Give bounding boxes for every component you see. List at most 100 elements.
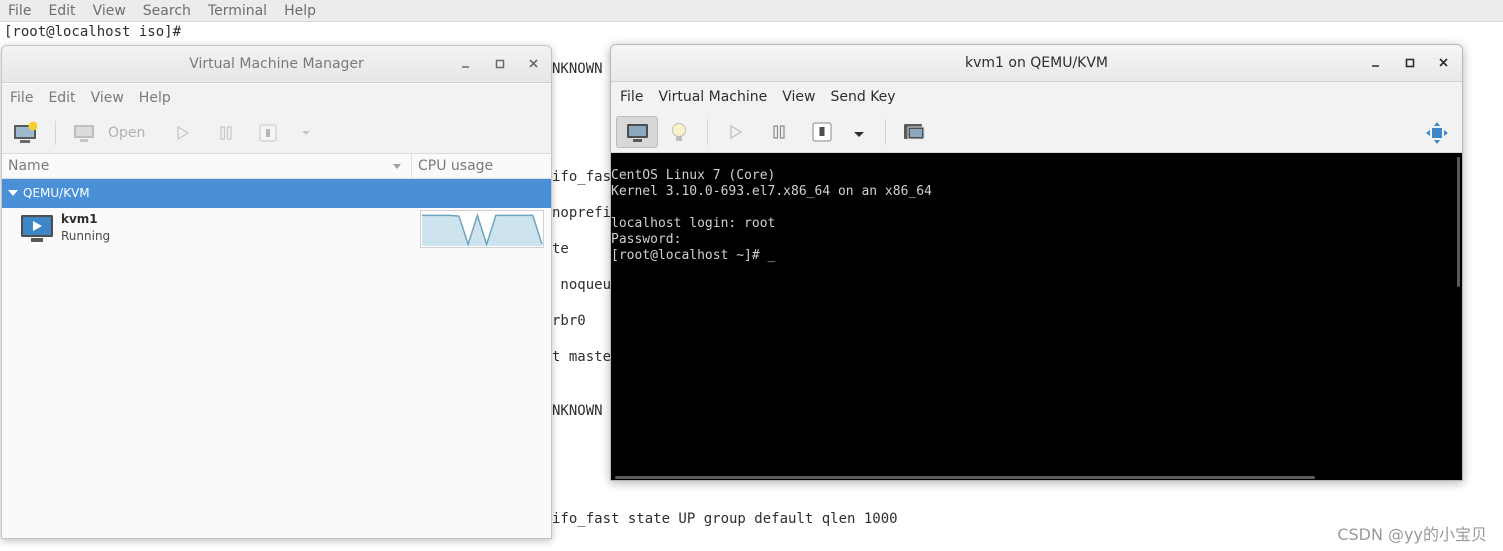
console-line: Password: [611,232,682,247]
minimize-icon [1372,65,1379,67]
vm-list-header: Name CPU usage [2,154,551,179]
vmm-menubar: File Edit View Help [2,84,551,112]
console-line: CentOS Linux 7 (Core) [611,168,776,183]
play-icon [730,124,743,140]
console-line: localhost login: root [611,216,776,231]
power-icon [259,124,277,142]
maximize-icon [495,59,505,69]
kvm-title: kvm1 on QEMU/KVM [964,55,1109,71]
column-cpu-header[interactable]: CPU usage [418,158,493,174]
terminal-line: rbr0 [552,313,586,329]
terminal-menu-view[interactable]: View [93,3,126,19]
kvm-menu-send-key[interactable]: Send Key [830,89,895,105]
console-line: Kernel 3.10.0-693.el7.x86_64 on an x86_6… [611,184,932,199]
chevron-down-icon [854,132,864,137]
column-name-header[interactable]: Name [8,158,49,174]
vmm-toolbar: Open [2,112,551,154]
maximize-button[interactable] [491,55,509,73]
terminal-menu-terminal[interactable]: Terminal [208,3,267,19]
vm-console-display[interactable]: CentOS Linux 7 (Core) Kernel 3.10.0-693.… [611,153,1462,480]
pause-button[interactable] [770,123,788,145]
open-button[interactable]: Open [72,120,145,146]
fullscreen-move-icon [1426,122,1448,144]
virtual-machine-manager-window: Virtual Machine Manager File Edit View H… [1,45,552,539]
kvm-menu-virtual-machine[interactable]: Virtual Machine [658,89,767,105]
lightbulb-icon [672,123,686,141]
terminal-line: ifo_fast state UP group default qlen 100… [552,511,898,527]
vm-running-icon [21,215,53,242]
minimize-button[interactable] [457,55,475,73]
minimize-icon [462,66,469,68]
terminal-menu-edit[interactable]: Edit [48,3,75,19]
console-horizontal-scrollbar[interactable] [615,476,1315,479]
kvm-menu-view[interactable]: View [782,89,815,105]
minimize-button[interactable] [1367,54,1385,72]
terminal-menu-help[interactable]: Help [284,3,316,19]
terminal-menubar: File Edit View Search Terminal Help [0,0,1503,22]
new-vm-button[interactable] [12,120,40,146]
shutdown-button[interactable] [811,121,833,147]
close-button[interactable] [525,55,543,73]
close-icon [529,59,538,68]
run-button[interactable] [174,120,192,146]
terminal-line: te [552,241,569,257]
terminal-line: ifo_fas [552,169,612,185]
toolbar-separator [707,119,708,145]
details-view-button[interactable] [669,121,689,149]
new-vm-icon [14,121,38,143]
terminal-line: noqueu [552,277,612,293]
expander-down-icon[interactable] [7,189,19,199]
console-vertical-scrollbar[interactable] [1457,157,1460,287]
column-divider [411,154,412,179]
console-prompt: [root@localhost ~]# _ [611,248,776,263]
kvm-titlebar[interactable]: kvm1 on QEMU/KVM [611,45,1462,82]
vm-name: kvm1 [61,212,98,226]
pause-icon [220,126,232,140]
vmm-menu-help[interactable]: Help [139,90,171,106]
vmm-menu-file[interactable]: File [10,90,33,106]
kvm-console-window: kvm1 on QEMU/KVM File Virtual Machine Vi… [610,44,1463,481]
play-icon [177,125,190,141]
terminal-menu-file[interactable]: File [8,3,31,19]
terminal-line: t maste [552,349,612,365]
toolbar-separator [885,119,886,145]
terminal-line: NKNOWN [552,403,603,419]
shutdown-menu-button[interactable] [853,126,865,145]
close-icon [1439,58,1448,67]
connection-label: QEMU/KVM [23,186,90,200]
monitor-icon [627,124,648,142]
vmm-menu-edit[interactable]: Edit [48,90,75,106]
pause-icon [773,125,785,139]
kvm-menubar: File Virtual Machine View Send Key [611,83,1462,111]
snapshots-button[interactable] [902,121,926,147]
console-view-button[interactable] [616,116,658,148]
terminal-menu-search[interactable]: Search [143,3,191,19]
vm-status: Running [61,229,111,243]
chevron-down-icon [302,131,310,135]
shutdown-menu-button[interactable] [300,120,312,146]
open-button-label: Open [108,125,146,141]
cpu-usage-graph [420,210,544,248]
vmm-menu-view[interactable]: View [91,90,124,106]
monitor-icon [74,125,94,142]
sort-chevron-icon[interactable] [391,162,403,172]
pause-button[interactable] [217,120,235,146]
terminal-line: NKNOWN [552,61,603,77]
run-button[interactable] [727,123,745,145]
kvm-toolbar [611,111,1462,153]
shutdown-button[interactable] [258,120,278,146]
terminal-prompt: [root@localhost iso]# [4,24,182,40]
close-button[interactable] [1435,54,1453,72]
kvm-menu-file[interactable]: File [620,89,643,105]
terminal-line: noprefi [552,205,612,221]
vmm-titlebar[interactable]: Virtual Machine Manager [2,46,551,83]
maximize-button[interactable] [1401,54,1419,72]
maximize-icon [1405,58,1415,68]
snapshot-icon [904,124,925,140]
connection-row-qemu-kvm[interactable]: QEMU/KVM [2,179,551,208]
toolbar-separator [55,121,56,145]
watermark: CSDN @yy的小宝贝 [1337,525,1487,544]
vm-row-kvm1[interactable]: kvm1 Running [2,208,551,252]
power-icon [812,122,832,142]
fullscreen-button[interactable] [1425,121,1449,149]
